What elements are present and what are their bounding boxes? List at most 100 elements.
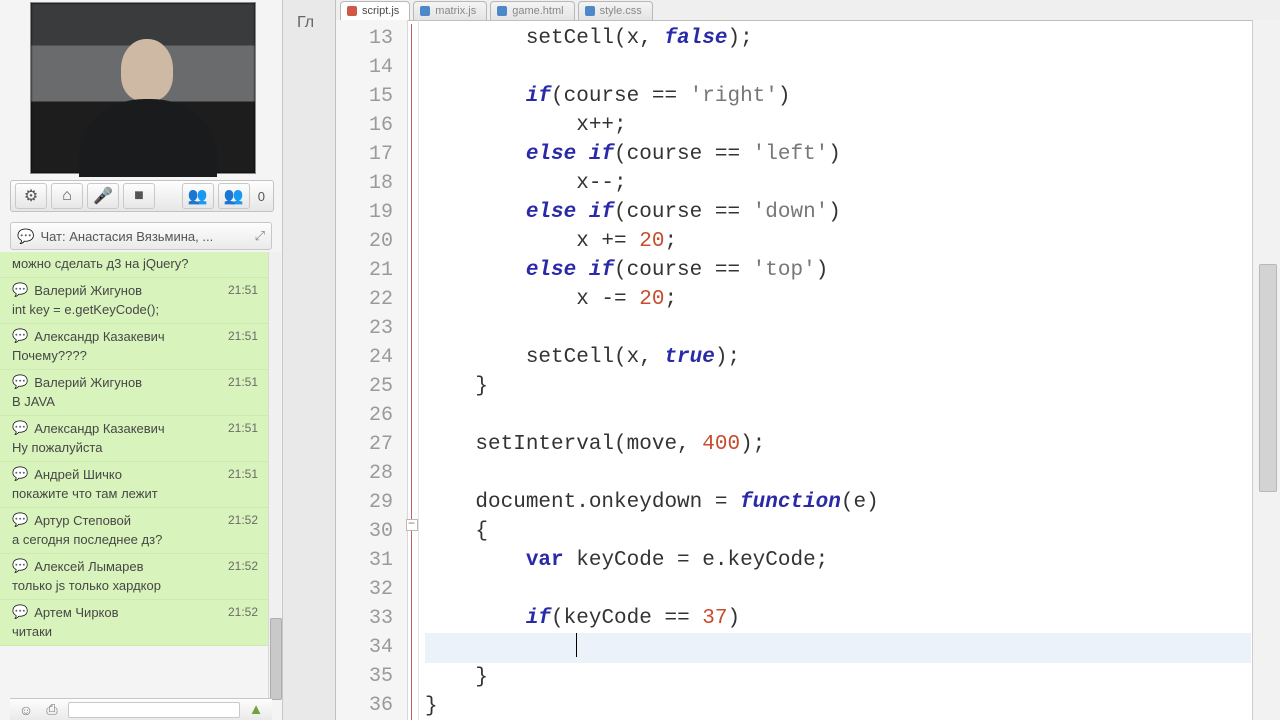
raise-hand-icon[interactable]: 👥 <box>218 183 250 209</box>
message-author: Андрей Шичко <box>34 467 228 482</box>
tab-label: game.html <box>512 5 563 17</box>
attach-icon[interactable]: ⎙ <box>42 702 62 718</box>
middle-strip: Гл <box>283 0 336 720</box>
chat-message: 💬 Артем Чирков21:52 читаки <box>0 600 270 646</box>
chat-input-bar: ☺ ⎙ ▲ <box>10 698 272 720</box>
editor-scroll-thumb[interactable] <box>1259 264 1277 492</box>
chat-scrollbar[interactable] <box>268 252 281 700</box>
code-line[interactable]: setCell(x, true); <box>425 343 1251 372</box>
fold-bar[interactable] <box>408 20 419 720</box>
tab-script-js[interactable]: script.js <box>340 1 410 20</box>
chat-title-bar: 💬 Чат: Анастасия Вязьмина, ... ⤢ <box>10 222 272 250</box>
chat-panel: ⚙ ⌂ 🎤 ■ 👥 👥 0 💬 Чат: Анастасия Вязьмина,… <box>0 0 283 720</box>
chat-message: 💬Алексей Лымарев21:52только js только ха… <box>0 554 270 600</box>
chat-message: 💬Валерий Жигунов21:51int key = e.getKeyC… <box>0 278 270 324</box>
popout-icon[interactable]: ⤢ <box>255 228 265 244</box>
participants-icon[interactable]: 👥 <box>182 183 214 209</box>
message-body: читаки <box>12 624 258 641</box>
code-line[interactable]: } <box>425 692 1251 720</box>
code-line[interactable]: else if(course == 'down') <box>425 198 1251 227</box>
mic-icon[interactable]: 🎤 <box>87 183 119 209</box>
code-line[interactable]: } <box>425 663 1251 692</box>
send-icon[interactable]: ▲ <box>246 702 266 718</box>
code-line[interactable] <box>425 53 1251 82</box>
message-icon: 💬 <box>12 558 28 574</box>
fold-toggle-icon[interactable] <box>406 519 418 531</box>
chat-scroll-thumb[interactable] <box>270 618 282 700</box>
chat-message-list[interactable]: 💬можно сделать д3 на jQuery?💬Валерий Жиг… <box>0 252 270 700</box>
editor-scrollbar[interactable] <box>1252 20 1280 720</box>
tab-game-html[interactable]: game.html <box>490 1 574 20</box>
stop-icon[interactable]: ■ <box>123 183 155 209</box>
message-icon: 💬 <box>12 466 28 482</box>
presenter-video[interactable] <box>30 2 256 174</box>
code-area[interactable]: 1314151617181920212223242526272829303132… <box>336 20 1251 720</box>
chat-icon: 💬 <box>17 228 34 245</box>
message-author: Алексей Лымарев <box>34 559 228 574</box>
code-line[interactable]: setCell(x, false); <box>425 24 1251 53</box>
code-content[interactable]: setCell(x, false); if(course == 'right')… <box>419 20 1251 720</box>
code-line[interactable]: x += 20; <box>425 227 1251 256</box>
message-body: покажите что там лежит <box>12 486 258 503</box>
code-line[interactable] <box>425 575 1251 604</box>
chat-message: 💬Александр Казакевич21:51Почему???? <box>0 324 270 370</box>
message-time: 21:52 <box>228 605 258 619</box>
tab-matrix-js[interactable]: matrix.js <box>413 1 487 20</box>
video-toolbar: ⚙ ⌂ 🎤 ■ 👥 👥 0 <box>10 180 274 212</box>
camera-icon[interactable]: ⌂ <box>51 183 83 209</box>
code-line[interactable] <box>425 401 1251 430</box>
gear-icon[interactable]: ⚙ <box>15 183 47 209</box>
emoji-icon[interactable]: ☺ <box>16 702 36 718</box>
message-body: В JAVA <box>12 394 258 411</box>
file-type-icon <box>347 6 357 16</box>
message-author: Валерий Жигунов <box>34 283 228 298</box>
file-type-icon <box>497 6 507 16</box>
code-line[interactable] <box>425 459 1251 488</box>
message-author: Артем Чирков <box>34 605 228 620</box>
tab-style-css[interactable]: style.css <box>578 1 653 20</box>
chat-message: 💬 Андрей Шичко21:51 покажите что там лежит <box>0 462 270 508</box>
code-line[interactable]: else if(course == 'top') <box>425 256 1251 285</box>
message-icon: 💬 <box>12 604 28 620</box>
message-icon: 💬 <box>12 328 28 344</box>
message-icon: 💬 <box>12 420 28 436</box>
message-body: Почему???? <box>12 348 258 365</box>
code-line[interactable]: if(course == 'right') <box>425 82 1251 111</box>
breadcrumb-fragment: Гл <box>297 14 314 32</box>
code-line[interactable]: document.onkeydown = function(e) <box>425 488 1251 517</box>
message-icon: 💬 <box>12 374 28 390</box>
participant-count: 0 <box>250 189 273 204</box>
code-line[interactable]: if(keyCode == 37) <box>425 604 1251 633</box>
message-time: 21:52 <box>228 513 258 527</box>
message-time: 21:51 <box>228 283 258 297</box>
code-line[interactable]: x--; <box>425 169 1251 198</box>
code-line[interactable]: { <box>425 517 1251 546</box>
message-body: можно сделать д3 на jQuery? <box>12 256 258 273</box>
code-line[interactable]: setInterval(move, 400); <box>425 430 1251 459</box>
file-type-icon <box>420 6 430 16</box>
line-gutter: 1314151617181920212223242526272829303132… <box>336 20 408 720</box>
code-line[interactable] <box>425 633 1251 663</box>
message-time: 21:51 <box>228 467 258 481</box>
code-line[interactable]: var keyCode = e.keyCode; <box>425 546 1251 575</box>
message-icon: 💬 <box>12 282 28 298</box>
message-body: а сегодня последнее дз? <box>12 532 258 549</box>
code-editor: script.js matrix.js game.html style.css 131… <box>335 0 1280 720</box>
message-icon: 💬 <box>12 512 28 528</box>
message-author: Артур Степовой <box>34 513 228 528</box>
code-line[interactable]: x -= 20; <box>425 285 1251 314</box>
chat-title-text: Чат: Анастасия Вязьмина, ... <box>40 229 254 244</box>
chat-input[interactable] <box>68 702 240 718</box>
code-line[interactable] <box>425 314 1251 343</box>
code-line[interactable]: else if(course == 'left') <box>425 140 1251 169</box>
chat-message: 💬 Артур Степовой21:52 а сегодня последнее … <box>0 508 270 554</box>
code-line[interactable]: x++; <box>425 111 1251 140</box>
code-line[interactable]: } <box>425 372 1251 401</box>
message-time: 21:51 <box>228 329 258 343</box>
message-body: только js только хардкор <box>12 578 258 595</box>
tab-label: matrix.js <box>435 5 476 17</box>
tab-label: style.css <box>600 5 642 17</box>
message-time: 21:51 <box>228 375 258 389</box>
chat-message: 💬можно сделать д3 на jQuery? <box>0 252 270 278</box>
editor-tabs: script.js matrix.js game.html style.css <box>336 0 1280 21</box>
